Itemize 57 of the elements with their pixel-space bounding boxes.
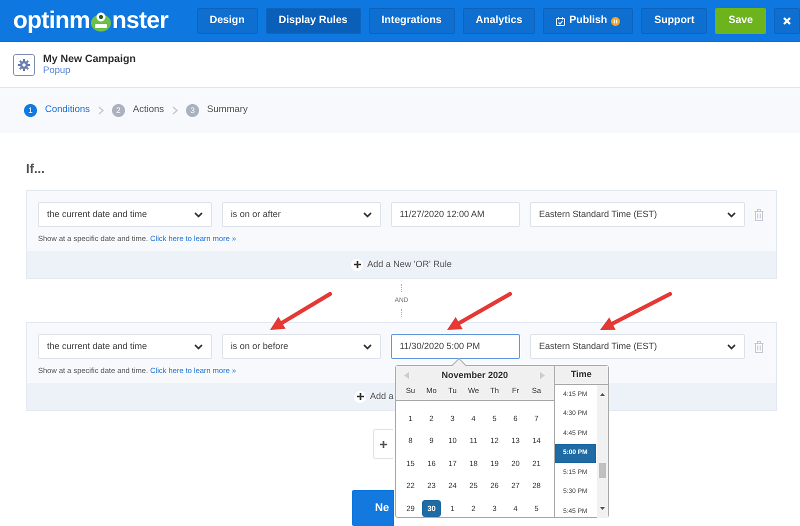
dropdown[interactable]: the current date and time [38,202,212,227]
step-number: 3 [186,104,200,117]
logo-text: nster [112,9,168,33]
pause-badge-icon [611,16,620,26]
step-item[interactable]: 1 Conditions [24,103,90,118]
dropdown[interactable]: the current date and time [38,334,212,359]
step-number: 2 [112,104,125,117]
settings-icon [18,58,30,70]
nav-tab[interactable]: Analytics [462,8,536,34]
logo-text: optinm [13,9,90,33]
chevron-down-icon [727,211,736,218]
chevron-down-icon [727,343,736,350]
close-button[interactable] [774,8,800,34]
campaign-title: My New Campaign [43,52,136,66]
date-input-field[interactable]: 11/27/2020 12:00 AM [390,202,520,227]
dropdown[interactable]: Eastern Standard Time (EST) [530,334,745,359]
previous-icon[interactable] [404,372,409,379]
close-icon [783,17,791,25]
settings-button[interactable] [13,54,35,76]
step-item[interactable]: 3 Summary [186,103,248,118]
condition-heading: If... [26,162,46,176]
step-number: 1 [24,104,37,117]
plus-icon [380,440,387,448]
annotation-arrow [600,292,672,330]
campaign-type: Popup [43,65,72,76]
dropdown[interactable]: is on or after [222,202,381,227]
add-or-rule-button[interactable]: Add a [354,390,394,404]
next-button[interactable]: Ne [352,490,394,526]
nav-tab[interactable]: Publish [543,8,634,34]
dropdown[interactable]: is on or before [222,334,381,359]
add-or-rule-button[interactable]: Add a New 'OR' Rule [351,258,452,272]
date-input-field[interactable]: 11/30/2020 5:00 PM [390,334,520,359]
nav-label: Publish [569,13,608,28]
add-button[interactable] [373,429,393,459]
annotation-arrow [270,292,332,330]
chevron-down-icon [362,211,372,218]
trash-icon[interactable] [754,340,764,352]
plus-icon [354,261,361,268]
chevron-icon [172,106,178,115]
chevron-icon [98,106,104,115]
calendar-icon [556,16,566,26]
step-item[interactable]: 2 Actions [112,103,164,118]
dropdown[interactable]: Eastern Standard Time (EST) [530,202,745,227]
time-header: Time [554,366,608,385]
trash-icon[interactable] [754,208,764,220]
nav-tab[interactable]: Display Rules [266,8,361,34]
next-icon[interactable] [540,372,546,379]
chevron-down-icon [194,211,203,218]
monster-icon [90,10,112,32]
annotation-arrow [447,292,512,330]
plus-icon [356,393,364,400]
nav-tab[interactable]: Design [196,8,258,34]
chevron-down-icon [362,343,372,350]
chevron-down-icon [194,343,203,350]
month-title: November 2020 [441,368,508,382]
nav-tab[interactable]: Integrations [368,8,455,34]
nav-tab[interactable]: Support [641,8,708,34]
